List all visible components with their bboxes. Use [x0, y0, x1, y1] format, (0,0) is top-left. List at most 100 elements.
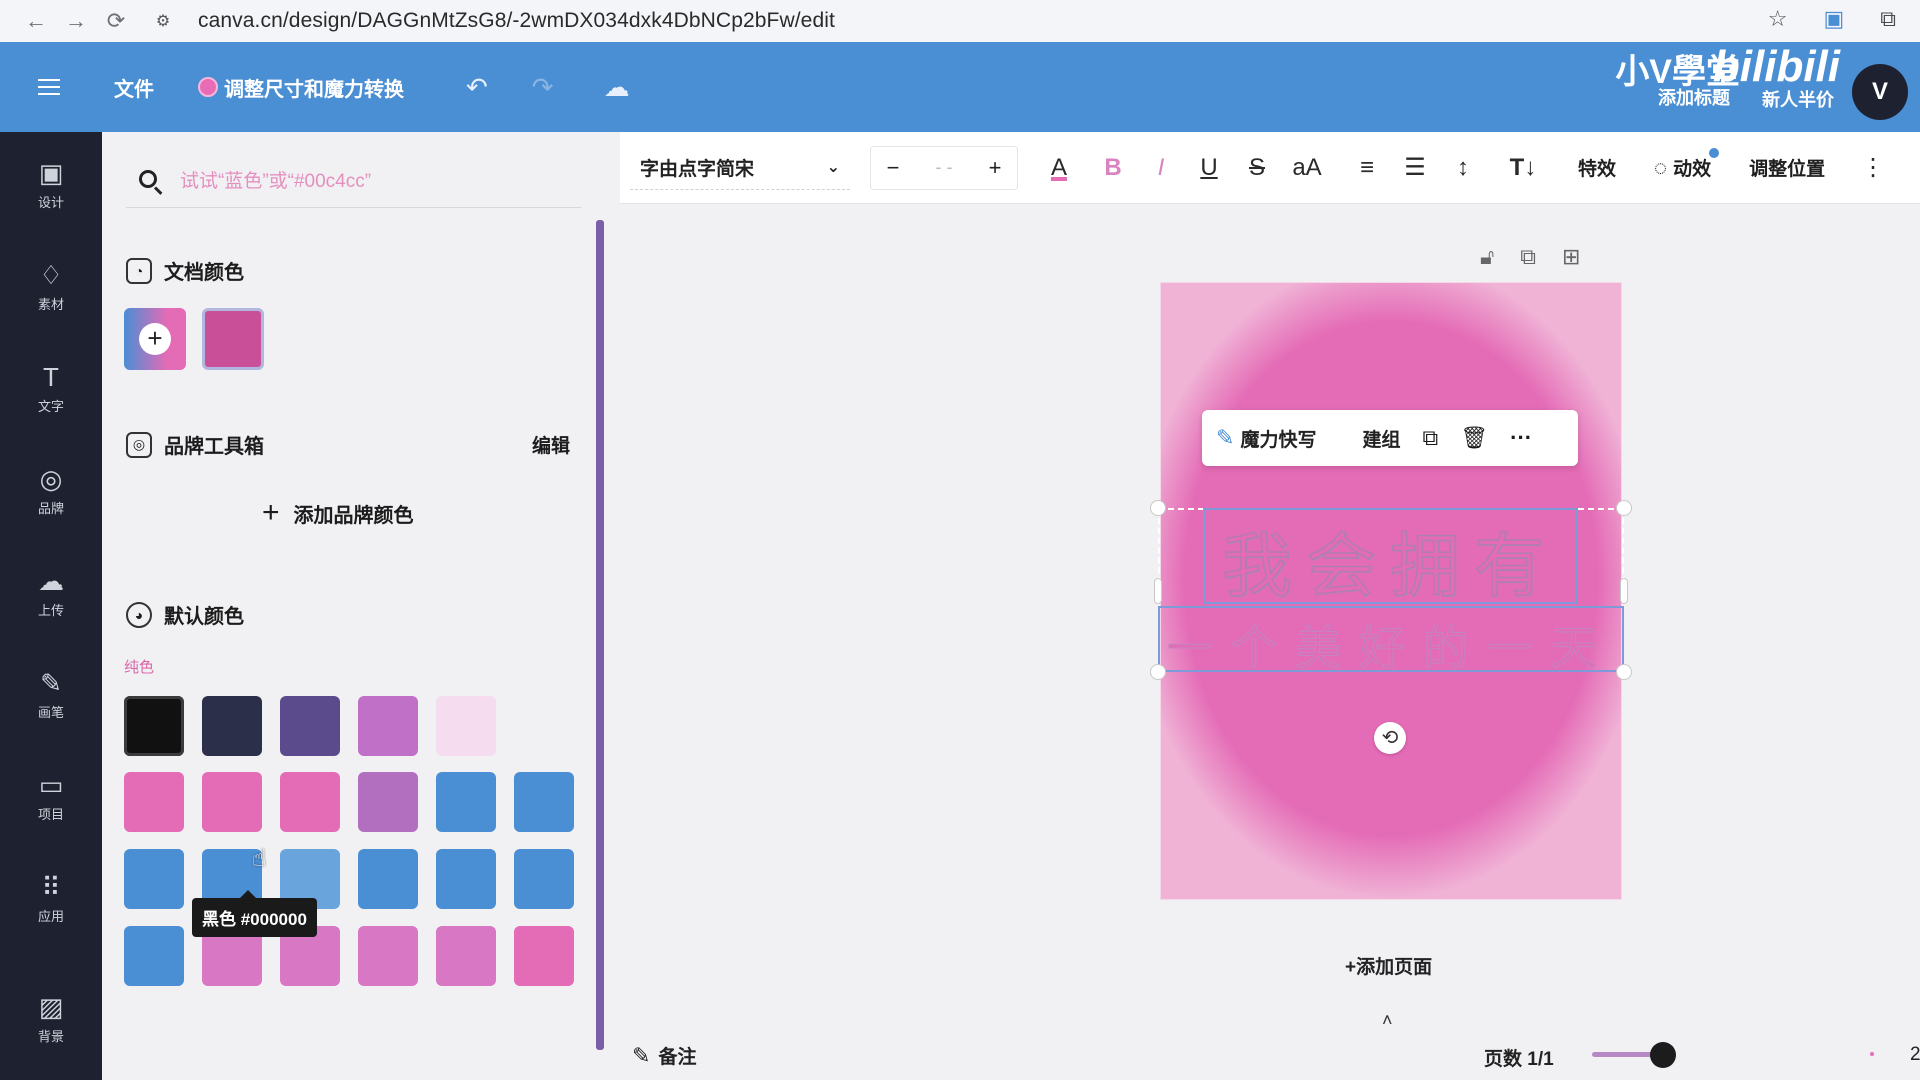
- size-value[interactable]: - -: [915, 157, 973, 178]
- brand-kit-heading: ◎ 品牌工具箱: [126, 430, 264, 459]
- magic-write-button[interactable]: 魔力快写: [1240, 425, 1316, 452]
- position-button[interactable]: 调整位置: [1749, 154, 1825, 181]
- rail-item-draw[interactable]: ✎ 画笔: [0, 668, 102, 721]
- animate-button[interactable]: ◌ 动效: [1654, 148, 1720, 181]
- italic-icon[interactable]: I: [1146, 154, 1176, 182]
- lock-icon[interactable]: 🔓︎: [1480, 244, 1494, 270]
- rail-item-projects[interactable]: ▭ 项目: [0, 770, 102, 823]
- more-icon[interactable]: ⋮: [1861, 153, 1885, 182]
- color-swatch[interactable]: [358, 772, 418, 832]
- strikethrough-icon[interactable]: S: [1242, 154, 1272, 182]
- bold-icon[interactable]: B: [1098, 154, 1128, 182]
- resize-handle-tr[interactable]: [1616, 500, 1632, 516]
- color-swatch[interactable]: [514, 772, 574, 832]
- site-settings-icon[interactable]: ⚙: [152, 10, 174, 32]
- promo-label[interactable]: 新人半价: [1762, 86, 1834, 112]
- subline-text[interactable]: 一个美好的一天: [1160, 612, 1622, 678]
- rail-item-upload[interactable]: ☁ 上传: [0, 566, 102, 619]
- color-swatch[interactable]: [124, 696, 184, 756]
- rail-item-brand[interactable]: ◎ 品牌: [0, 464, 102, 517]
- zoom-slider-thumb[interactable]: [1650, 1042, 1676, 1068]
- trash-icon[interactable]: 🗑︎: [1460, 425, 1488, 451]
- brand-edit-link[interactable]: 编辑: [532, 431, 570, 458]
- color-swatch[interactable]: [436, 926, 496, 986]
- resize-handle-left[interactable]: [1154, 578, 1162, 604]
- chevron-up-icon[interactable]: ˄: [1382, 1010, 1393, 1031]
- reload-icon[interactable]: ⟳: [96, 5, 136, 37]
- color-swatch[interactable]: [124, 926, 184, 986]
- size-decrease-button[interactable]: −: [871, 155, 915, 181]
- rail-item-text[interactable]: T 文字: [0, 362, 102, 415]
- color-swatch[interactable]: [124, 849, 184, 909]
- color-swatch[interactable]: [514, 849, 574, 909]
- color-swatch[interactable]: [124, 772, 184, 832]
- group-button[interactable]: 建组: [1362, 425, 1400, 452]
- more-options-icon[interactable]: ···: [1510, 425, 1532, 451]
- rail-item-apps[interactable]: ⠿ 应用: [0, 872, 102, 925]
- avatar[interactable]: V: [1852, 64, 1908, 120]
- color-swatch[interactable]: [358, 926, 418, 986]
- extensions-icon[interactable]: ⧉: [1880, 6, 1896, 32]
- apps-icon: ⠿: [41, 872, 61, 902]
- back-icon[interactable]: ←: [16, 5, 56, 37]
- font-size-stepper[interactable]: − - - +: [870, 145, 1018, 190]
- zoom-value[interactable]: 2: [1910, 1044, 1920, 1066]
- headline-text[interactable]: 我会拥有: [1206, 510, 1574, 611]
- resize-handle-tl[interactable]: [1150, 500, 1166, 516]
- align-icon[interactable]: ≡: [1352, 154, 1382, 182]
- spacing-icon[interactable]: ↕: [1448, 154, 1478, 182]
- color-swatch[interactable]: [436, 772, 496, 832]
- page-count[interactable]: 页数 1/1: [1484, 1044, 1554, 1071]
- add-brand-color-button[interactable]: + 添加品牌颜色: [262, 496, 414, 530]
- magic-resize-button[interactable]: 调整尺寸和魔力转换: [198, 73, 404, 102]
- color-swatch[interactable]: [436, 696, 496, 756]
- add-page-button[interactable]: +添加页面: [1345, 952, 1432, 979]
- text-color-icon[interactable]: A: [1044, 154, 1074, 182]
- color-search[interactable]: [126, 156, 581, 208]
- add-brand-color-label: 添加品牌颜色: [293, 504, 414, 527]
- color-swatch[interactable]: [280, 696, 340, 756]
- effects-button[interactable]: 特效: [1578, 154, 1616, 181]
- resize-handle-br[interactable]: [1616, 664, 1632, 680]
- forward-icon[interactable]: →: [56, 5, 96, 37]
- file-menu[interactable]: 文件: [114, 73, 154, 102]
- duplicate-page-icon[interactable]: ⧉: [1520, 244, 1536, 270]
- color-swatch[interactable]: [436, 849, 496, 909]
- list-icon[interactable]: ☰: [1400, 153, 1430, 182]
- menu-icon[interactable]: [38, 77, 62, 97]
- rail-item-elements[interactable]: ♢ 素材: [0, 260, 102, 313]
- default-colors-heading: ◕ 默认颜色: [126, 600, 244, 629]
- undo-icon[interactable]: ↶: [466, 72, 488, 103]
- notes-button[interactable]: ✎ 备注: [632, 1042, 696, 1069]
- chevron-down-icon: ⌄: [826, 159, 840, 176]
- bookmark-star-icon[interactable]: ☆: [1768, 6, 1788, 32]
- vertical-text-icon[interactable]: T↓: [1506, 154, 1540, 182]
- underline-icon[interactable]: U: [1194, 154, 1224, 182]
- search-input[interactable]: [180, 170, 570, 193]
- color-swatch[interactable]: [280, 772, 340, 832]
- color-swatch[interactable]: [202, 772, 262, 832]
- color-swatch[interactable]: [202, 696, 262, 756]
- address-bar[interactable]: canva.cn/design/DAGGnMtZsG8/-2wmDX034dxk…: [198, 9, 835, 33]
- chat-icon[interactable]: ▣: [1823, 6, 1844, 32]
- redo-icon[interactable]: ↷: [532, 72, 554, 103]
- resize-handle-right[interactable]: [1620, 578, 1628, 604]
- rail-item-design[interactable]: ▣ 设计: [0, 158, 102, 211]
- font-family-select[interactable]: 字由点字简宋 ⌄: [630, 146, 850, 190]
- size-increase-button[interactable]: +: [973, 155, 1017, 181]
- color-swatch[interactable]: [514, 926, 574, 986]
- doc-color-swatch[interactable]: [202, 308, 264, 370]
- add-page-icon[interactable]: ⊞: [1562, 244, 1580, 270]
- panel-scrollbar[interactable]: [596, 220, 604, 1050]
- color-swatch[interactable]: [358, 849, 418, 909]
- add-doc-color-button[interactable]: +: [124, 308, 186, 370]
- letter-case-icon[interactable]: aA: [1290, 154, 1324, 182]
- resize-handle-bl[interactable]: [1150, 664, 1166, 680]
- rail-item-background[interactable]: ▨ 背景: [0, 992, 102, 1045]
- rotate-icon[interactable]: ⟲: [1374, 722, 1406, 754]
- color-swatch[interactable]: [358, 696, 418, 756]
- zoom-indicator-dot: [1870, 1052, 1874, 1056]
- search-icon: [138, 169, 164, 195]
- doc-colors-heading: ◔ 文档颜色: [126, 256, 244, 285]
- copy-icon[interactable]: ⧉: [1422, 425, 1438, 451]
